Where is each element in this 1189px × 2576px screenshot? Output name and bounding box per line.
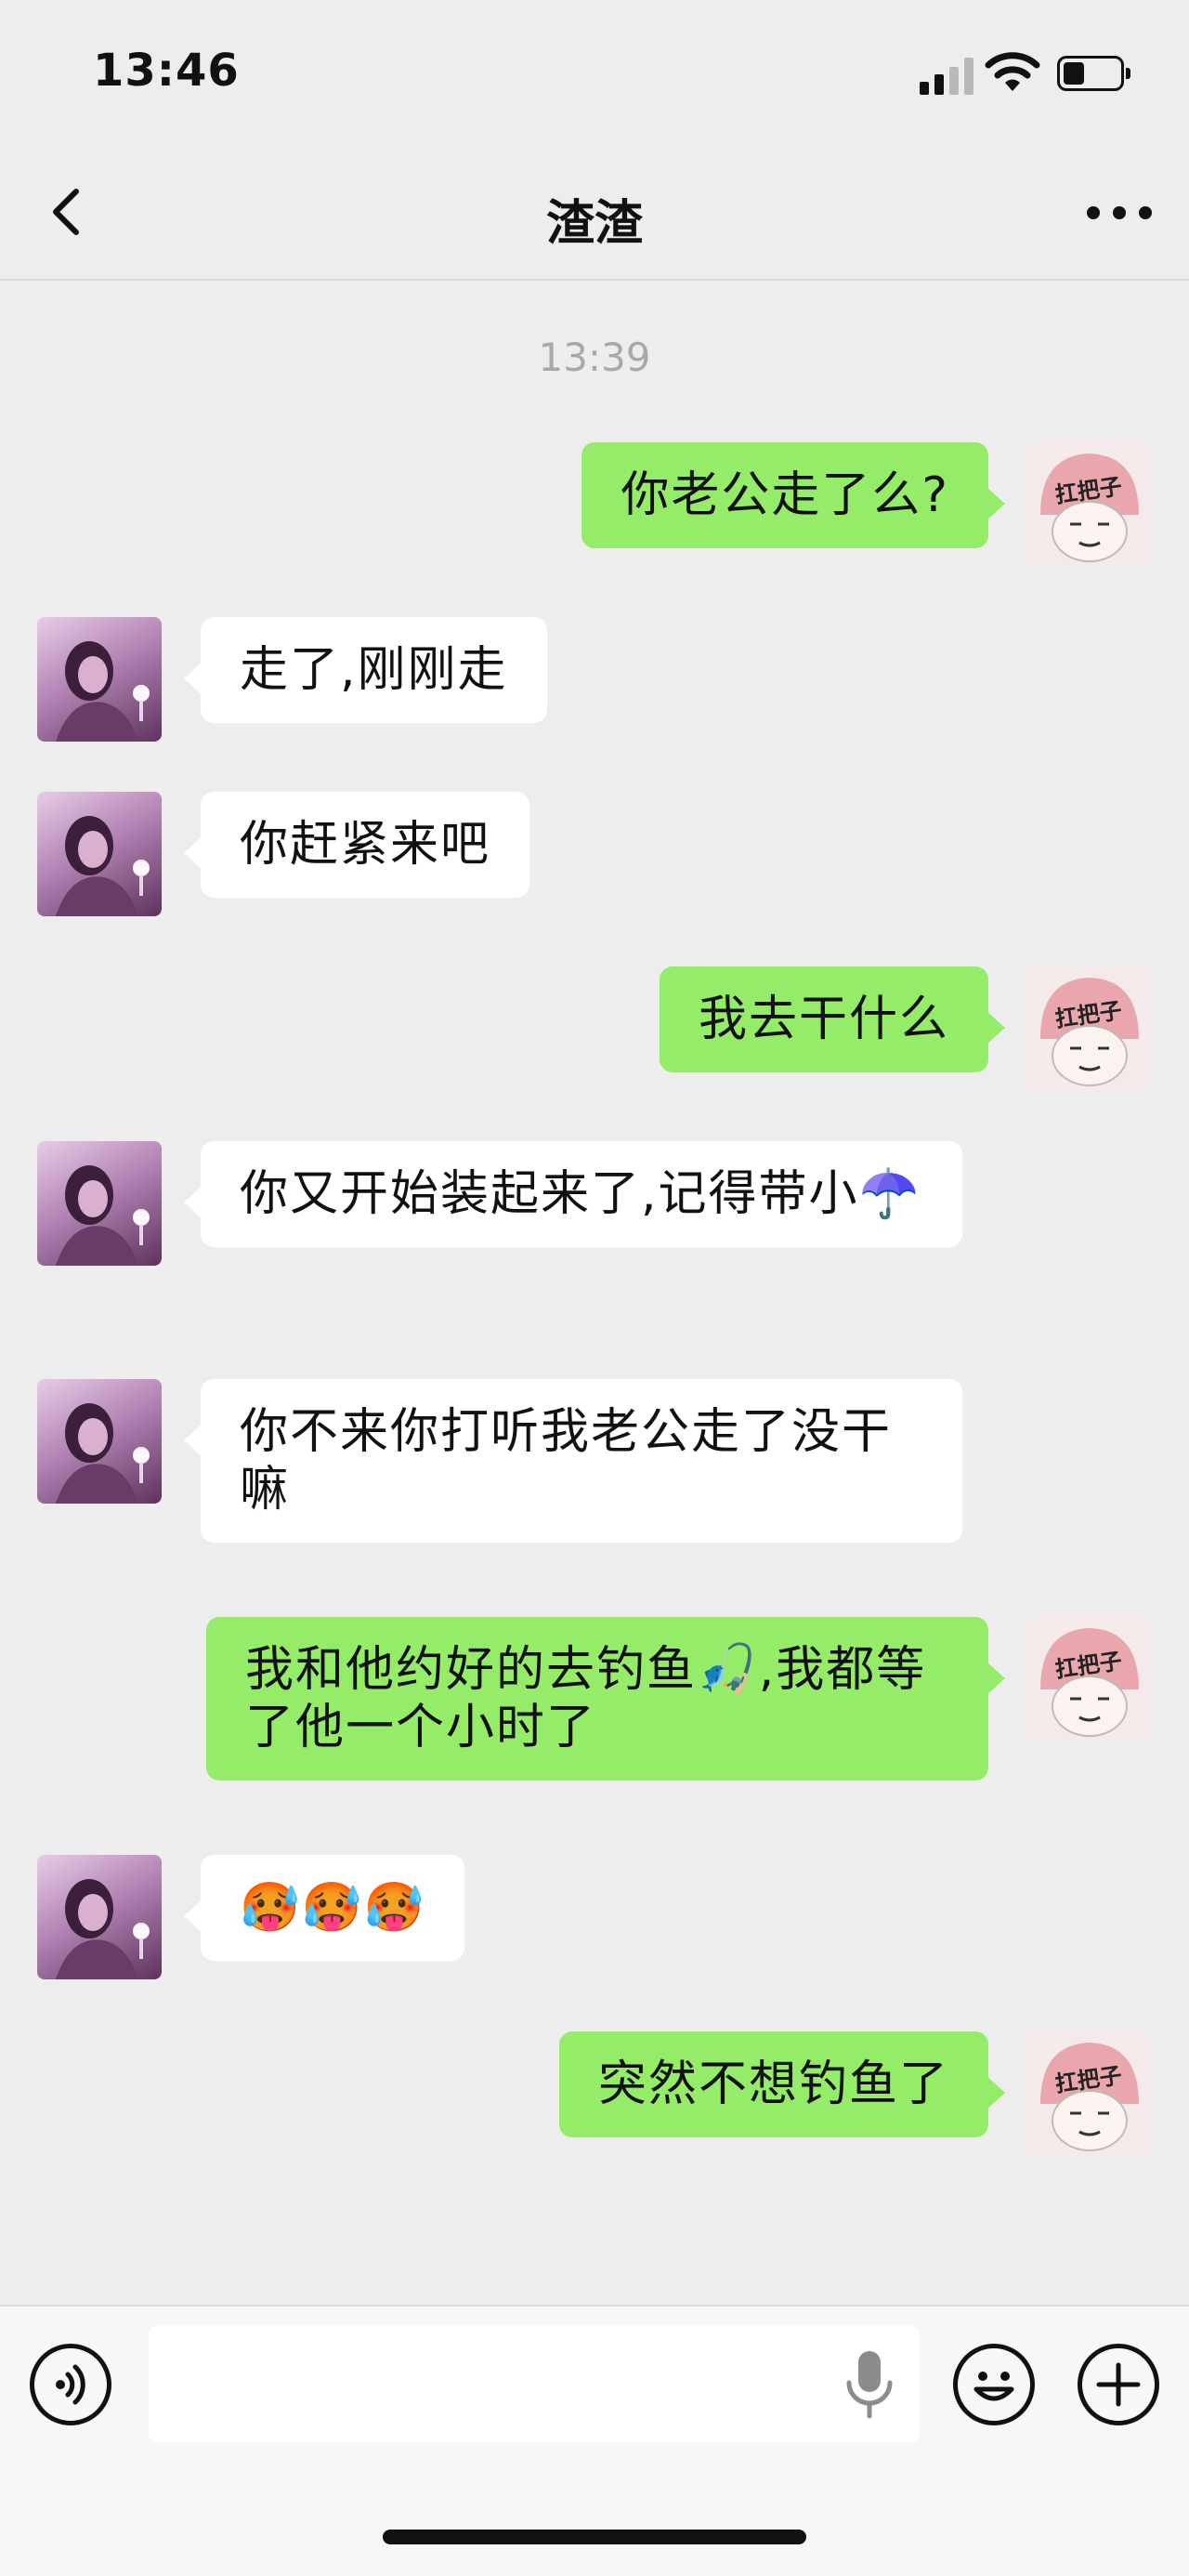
- message-bubble-outgoing[interactable]: 你老公走了么?: [581, 442, 1005, 548]
- contact-photo: [56, 1165, 150, 1266]
- helmet-meme-avatar-icon: 扛把子: [1040, 2043, 1139, 2151]
- message-input[interactable]: [149, 2325, 920, 2442]
- emoji-button[interactable]: [953, 2344, 1035, 2425]
- my-avatar[interactable]: 扛把子: [1027, 2031, 1152, 2156]
- home-indicator[interactable]: [383, 2530, 806, 2544]
- message-bubble-incoming[interactable]: 你赶紧来吧: [183, 792, 530, 898]
- my-avatar[interactable]: 扛把子: [1027, 966, 1152, 1091]
- message-bubble-incoming[interactable]: 你不来你打听我老公走了没干嘛: [184, 1379, 962, 1543]
- smiley-face-icon: [973, 2372, 1014, 2401]
- contact-avatar[interactable]: [37, 1141, 162, 1266]
- more-options-icon[interactable]: [1087, 197, 1154, 225]
- message-bubble-outgoing[interactable]: 突然不想钓鱼了: [558, 2031, 1006, 2137]
- helmet-meme-avatar-icon: 扛把子: [1040, 978, 1139, 1086]
- message-bubble-incoming[interactable]: 🥵🥵🥵: [183, 1855, 465, 1961]
- contact-photo: [56, 816, 150, 916]
- cellular-signal-icon: [920, 54, 973, 95]
- my-avatar[interactable]: 扛把子: [1027, 442, 1152, 567]
- contact-photo: [56, 1403, 150, 1504]
- my-avatar[interactable]: 扛把子: [1027, 1617, 1152, 1741]
- helmet-meme-avatar-icon: 扛把子: [1040, 1628, 1139, 1737]
- wifi-icon: [985, 52, 1040, 91]
- contact-photo: [56, 1879, 150, 1979]
- more-functions-button[interactable]: [1078, 2344, 1159, 2425]
- message-bubble-outgoing[interactable]: 我去干什么: [659, 966, 1006, 1072]
- chat-timestamp: 13:39: [538, 335, 651, 380]
- message-bubble-incoming[interactable]: 走了,刚刚走: [184, 617, 547, 723]
- battery-icon: [1057, 56, 1130, 91]
- contact-photo: [56, 641, 150, 742]
- plus-icon: [1096, 2362, 1141, 2407]
- message-bubble-outgoing[interactable]: 我和他约好的去钓鱼🎣,我都等了他一个小时了: [206, 1617, 1005, 1781]
- message-bubble-incoming[interactable]: 你又开始装起来了,记得带小☂️: [184, 1141, 962, 1247]
- voice-wave-icon: [56, 2364, 85, 2405]
- contact-avatar[interactable]: [37, 1379, 162, 1504]
- microphone-icon[interactable]: [843, 2349, 895, 2420]
- status-bar: 13:46: [0, 0, 1189, 149]
- chat-header: 渣渣: [0, 149, 1189, 281]
- voice-mode-button[interactable]: [30, 2344, 111, 2425]
- helmet-meme-avatar-icon: 扛把子: [1040, 453, 1139, 562]
- contact-avatar[interactable]: [37, 1855, 162, 1979]
- chat-title: 渣渣: [545, 196, 643, 252]
- contact-avatar[interactable]: [37, 792, 162, 916]
- status-time: 13:46: [93, 45, 240, 97]
- contact-avatar[interactable]: [37, 617, 162, 742]
